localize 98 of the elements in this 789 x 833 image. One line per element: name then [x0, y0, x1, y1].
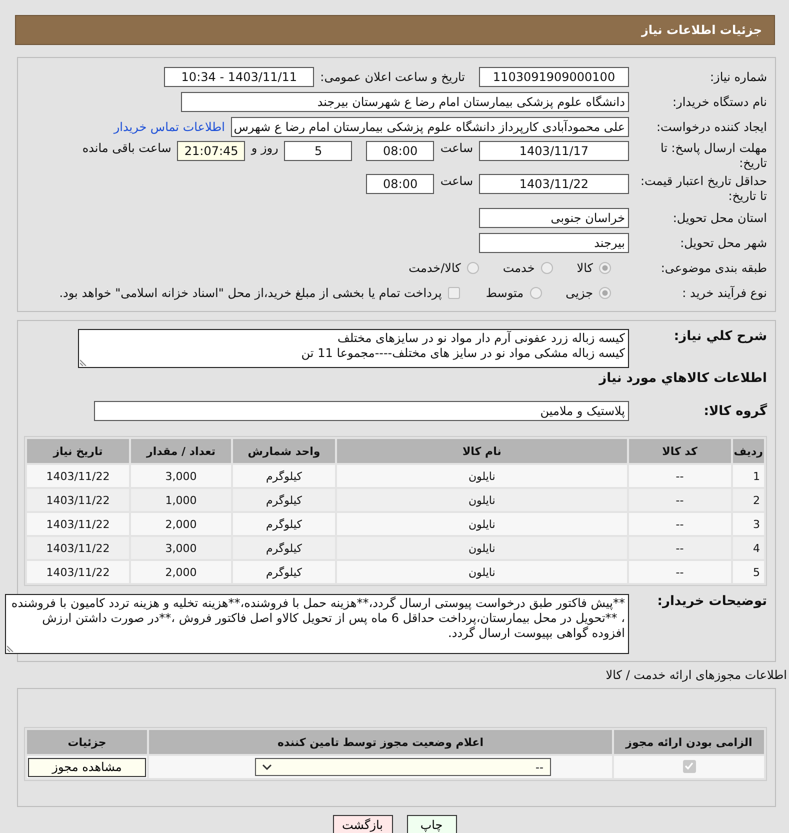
column-header: کد کالا — [628, 439, 731, 463]
table-cell: نایلون — [337, 489, 627, 511]
chevron-down-icon — [262, 764, 272, 770]
checkbox[interactable] — [448, 287, 460, 299]
field-label: مهلت ارسال پاسخ: تا تاریخ: — [659, 141, 767, 171]
field-label: نوع فرآیند خرید : — [681, 286, 767, 300]
contact-link[interactable]: اطلاعات تماس خریدار — [114, 120, 225, 134]
table-cell: نایلون — [337, 513, 627, 535]
column-header: تاریخ نیاز — [27, 439, 129, 463]
field-label: نام دستگاه خریدار: — [672, 95, 767, 109]
table-cell: 2,000 — [131, 561, 231, 583]
field-label: ساعت — [440, 141, 473, 155]
page-title: جزئیات اطلاعات نیاز — [641, 23, 762, 37]
description-textarea[interactable]: کیسه زباله زرد عفونی آرم دار مواد نو در سایزهای مختلف کیسه زباله مشکی مواد نو در سایز های مختلف----مجموعا 11 تن — [78, 329, 629, 368]
checkbox-label: پرداخت تمام یا بخشی از مبلغ خرید،از محل "اسناد خزانه اسلامی" خواهد بود. — [59, 286, 442, 300]
table-cell: 3,000 — [131, 465, 231, 487]
text-field[interactable]: پلاستیک و ملامین — [94, 401, 629, 421]
section-heading: اطلاعات مجوزهای ارائه خدمت / کالا — [604, 668, 787, 682]
table-cell: 1403/11/22 — [27, 561, 129, 583]
description-line: کیسه زباله مشکی مواد نو در سایز های مختلف----مجموعا 11 تن — [300, 346, 625, 361]
table-cell: نایلون — [337, 465, 627, 487]
field-label: توضیحات خریدار: — [656, 594, 767, 609]
table-cell: کیلوگرم — [233, 489, 335, 511]
section-heading: اطلاعات كالاهاي مورد نياز — [598, 371, 767, 386]
text-field[interactable]: خراسان جنوبی — [479, 208, 629, 228]
checkbox[interactable] — [682, 760, 696, 773]
table-cell: نایلون — [337, 561, 627, 583]
table-cell: کیلوگرم — [233, 513, 335, 535]
table-cell: 2 — [732, 489, 764, 511]
status-dropdown[interactable]: -- — [254, 758, 550, 776]
radio-button[interactable] — [599, 262, 611, 274]
radio-label: جزیی — [566, 286, 593, 300]
column-header: اعلام وضعیت مجوز توسط تامین کننده — [149, 730, 612, 754]
column-header: نام کالا — [337, 439, 627, 463]
table-cell: 5 — [732, 561, 764, 583]
table-cell: 4 — [732, 537, 764, 559]
radio-label: کالا/خدمت — [408, 261, 461, 275]
column-header: واحد شمارش — [233, 439, 335, 463]
back-button[interactable]: بازگشت — [332, 815, 392, 833]
field-label: ایجاد کننده درخواست: — [655, 120, 767, 134]
table-cell: 1403/11/22 — [27, 465, 129, 487]
column-header: تعداد / مقدار — [131, 439, 231, 463]
description-line: کیسه زباله زرد عفونی آرم دار مواد نو در سایزهای مختلف — [336, 331, 625, 346]
field-label: ساعت — [440, 174, 473, 188]
table-cell: 1,000 — [131, 489, 231, 511]
radio-label: خدمت — [502, 261, 535, 275]
radio-button[interactable] — [530, 287, 542, 299]
table-cell: 3 — [732, 513, 764, 535]
radio-button[interactable] — [540, 262, 553, 274]
table-cell: -- — [628, 561, 731, 583]
radio-label: کالا — [576, 261, 593, 275]
table-cell: کیلوگرم — [233, 465, 335, 487]
table-cell: 3,000 — [131, 537, 231, 559]
text-field[interactable]: 1103091909000100 — [479, 67, 629, 87]
field-label: شماره نیاز: — [709, 70, 767, 84]
table-cell: 1403/11/22 — [27, 537, 129, 559]
date-field[interactable]: 1403/11/17 — [479, 141, 629, 161]
column-header: الزامی بودن ارائه مجوز — [614, 730, 764, 754]
table-cell: -- — [628, 513, 731, 535]
field-label: شرح کلي نياز: — [672, 329, 767, 344]
field-label: گروه کالا: — [702, 404, 767, 418]
field-label: حداقل تاریخ اعتبار قیمت: تا تاریخ: — [639, 174, 767, 204]
view-license-button[interactable]: مشاهده مجوز — [28, 758, 146, 776]
time-field[interactable]: 08:00 — [366, 174, 434, 194]
resize-grip-icon[interactable] — [7, 644, 15, 652]
field-label: روز و — [251, 141, 278, 155]
text-field[interactable]: بیرجند — [479, 233, 629, 253]
column-header: ردیف — [732, 439, 764, 463]
notes-textarea[interactable] — [5, 594, 629, 654]
table-cell: -- — [628, 537, 731, 559]
table-cell: 2,000 — [131, 513, 231, 535]
table-cell: کیلوگرم — [233, 561, 335, 583]
resize-grip-icon[interactable] — [80, 358, 88, 366]
field-label: طبقه بندی موضوعی: — [660, 261, 767, 275]
text-field[interactable]: علی محمودآبادی کارپرداز دانشگاه علوم پزشکی بیمارستان امام رضا ع شهرس — [231, 117, 629, 137]
radio-label: متوسط — [486, 286, 524, 300]
field-label: استان محل تحویل: — [672, 211, 767, 225]
table-cell: 1403/11/22 — [27, 513, 129, 535]
table-cell: -- — [628, 489, 731, 511]
radio-button[interactable] — [466, 262, 479, 274]
table-cell: نایلون — [337, 537, 627, 559]
countdown-field: 21:07:45 — [177, 141, 246, 161]
table-cell: 1 — [732, 465, 764, 487]
days-field[interactable]: 5 — [284, 141, 352, 161]
field-label: تاریخ و ساعت اعلان عمومی: — [320, 70, 465, 84]
print-button[interactable]: چاپ — [406, 815, 456, 833]
field-label: شهر محل تحویل: — [679, 236, 767, 250]
time-field[interactable]: 08:00 — [366, 141, 434, 161]
notes-text: **پیش فاکتور طبق درخواست پیوستی ارسال گردد،**هزینه حمل با فروشنده،**هزینه تخلیه و هزینه تردد کامیون با فروشنده ، **تحویل در محل بیمارستان،پرداخت حداقل 6 ماه پس از تحویل کالاو اصل فاکتور فروش ،**در صورت داشتن ارزش افزوده گواهی بپیوست ارسال گردد. — [10, 596, 625, 641]
column-header: جزئیات — [27, 730, 147, 754]
table-cell: کیلوگرم — [233, 537, 335, 559]
table-cell: -- — [628, 465, 731, 487]
text-field[interactable]: 1403/11/11 - 10:34 — [164, 67, 314, 87]
text-field[interactable]: دانشگاه علوم پزشکی بیمارستان امام رضا ع شهرستان بیرجند — [181, 92, 629, 112]
radio-button[interactable] — [599, 287, 611, 299]
table-cell: 1403/11/22 — [27, 489, 129, 511]
date-field[interactable]: 1403/11/22 — [479, 174, 629, 194]
field-label: ساعت باقی مانده — [82, 141, 172, 155]
